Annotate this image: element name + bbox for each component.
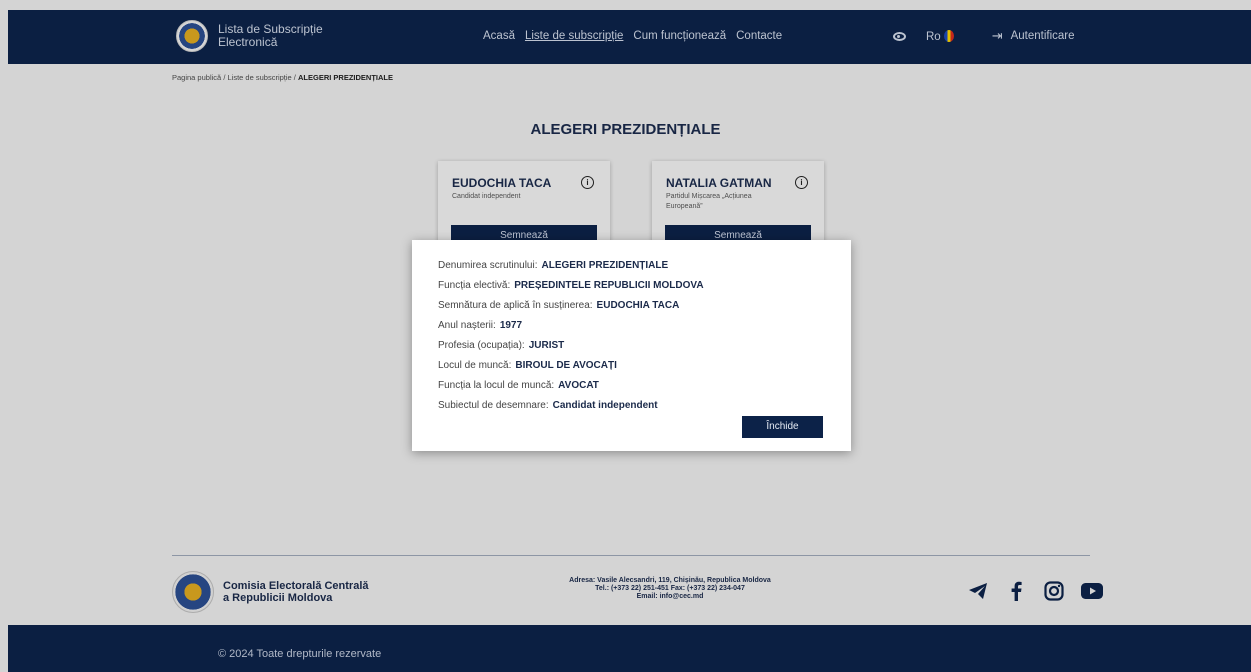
detail-row-candidate: Semnătura de aplică în susținerea: EUDOCH… <box>438 300 704 320</box>
detail-row-election: Denumirea scrutinului: ALEGERI PREZIDENȚI… <box>438 260 704 280</box>
close-button[interactable]: Închide <box>742 416 823 438</box>
detail-label: Funcția electivă: <box>438 280 511 291</box>
detail-label: Funcția la locul de muncă: <box>438 380 555 391</box>
detail-row-workplace: Locul de muncă: BIROUL DE AVOCAȚI <box>438 360 704 380</box>
detail-row-office: Funcția electivă: PREȘEDINTELE REPUBLICII… <box>438 280 704 300</box>
detail-label: Anul nașterii: <box>438 320 496 331</box>
detail-row-nominator: Subiectul de desemnare: Candidat independ… <box>438 400 704 420</box>
detail-value: AVOCAT <box>558 380 599 391</box>
detail-row-job-title: Funcția la locul de muncă: AVOCAT <box>438 380 704 400</box>
detail-label: Subiectul de desemnare: <box>438 400 549 411</box>
modal-details: Denumirea scrutinului: ALEGERI PREZIDENȚI… <box>438 260 704 420</box>
detail-row-profession: Profesia (ocupația): JURIST <box>438 340 704 360</box>
detail-label: Semnătura de aplică în susținerea: <box>438 300 593 311</box>
detail-value: Candidat independent <box>552 400 658 411</box>
detail-value: 1977 <box>499 320 523 331</box>
detail-value: JURIST <box>528 340 565 351</box>
detail-label: Denumirea scrutinului: <box>438 260 538 271</box>
detail-label: Locul de muncă: <box>438 360 512 371</box>
detail-value: EUDOCHIA TACA <box>596 300 680 311</box>
detail-row-birth-year: Anul nașterii: 1977 <box>438 320 704 340</box>
detail-value: BIROUL DE AVOCAȚI <box>515 360 617 371</box>
detail-value: ALEGERI PREZIDENȚIALE <box>541 260 669 271</box>
candidate-info-modal: Denumirea scrutinului: ALEGERI PREZIDENȚI… <box>412 240 851 451</box>
detail-label: Profesia (ocupația): <box>438 340 525 351</box>
detail-value: PREȘEDINTELE REPUBLICII MOLDOVA <box>514 280 704 291</box>
